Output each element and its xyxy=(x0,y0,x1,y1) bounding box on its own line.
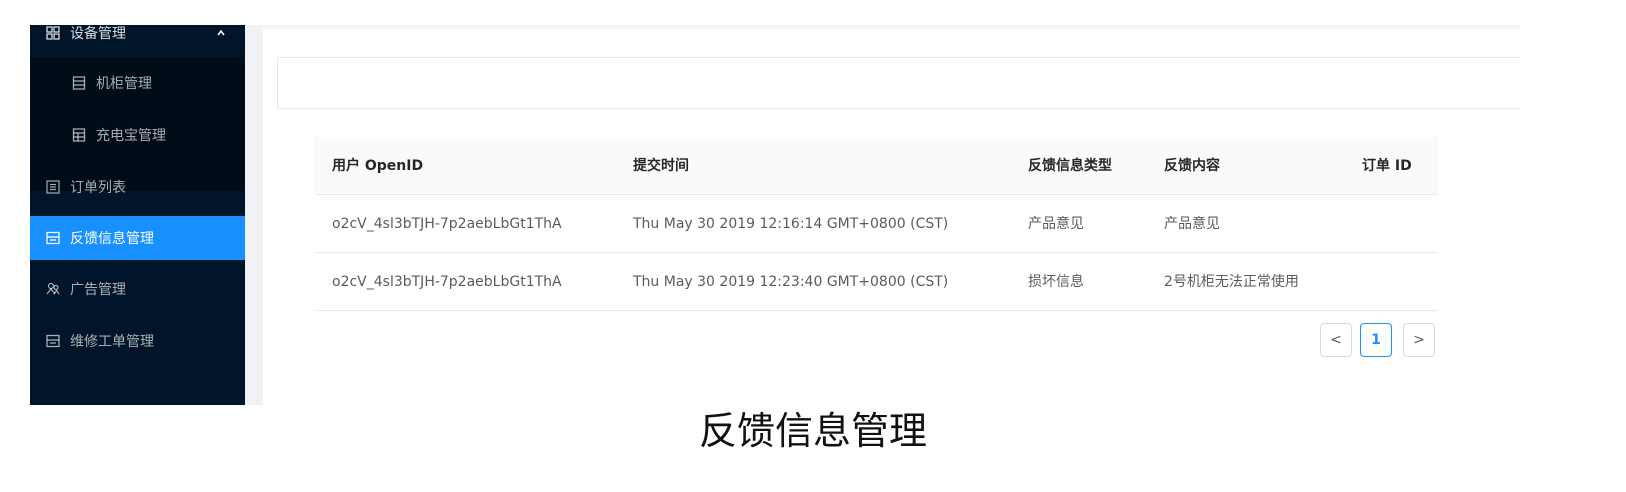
column-header-type[interactable]: 反馈信息类型 xyxy=(1028,137,1112,195)
sidebar-item-label: 维修工单管理 xyxy=(70,334,154,350)
app-screenshot: 设备管理 机柜管理 充电宝管理 订单列表 反馈信息管理 广告管理 维修工单管理 … xyxy=(30,25,1520,405)
chevron-up-icon xyxy=(217,29,225,36)
table-row[interactable]: o2cV_4sl3bTJH-7p2aebLbGt1ThA Thu May 30 … xyxy=(315,253,1438,311)
cell-time: Thu May 30 2019 12:23:40 GMT+0800 (CST) xyxy=(633,274,949,290)
appstore-icon xyxy=(46,26,60,40)
sidebar-item-label: 充电宝管理 xyxy=(96,128,166,144)
page-1-button[interactable]: 1 xyxy=(1360,323,1392,357)
prev-page-button[interactable]: < xyxy=(1320,323,1352,357)
column-header-time[interactable]: 提交时间 xyxy=(633,137,689,195)
cell-time: Thu May 30 2019 12:16:14 GMT+0800 (CST) xyxy=(633,216,949,232)
figure-caption: 反馈信息管理 xyxy=(698,409,927,453)
sidebar-item-repair[interactable]: 维修工单管理 xyxy=(30,319,245,363)
column-header-openid[interactable]: 用户 OpenID xyxy=(332,137,423,195)
sidebar: 设备管理 机柜管理 充电宝管理 订单列表 反馈信息管理 广告管理 维修工单管理 xyxy=(30,25,245,405)
sidebar-item-orders[interactable]: 订单列表 xyxy=(30,165,245,209)
sidebar-item-ads[interactable]: 广告管理 xyxy=(30,267,245,311)
menu-group-device[interactable]: 设备管理 xyxy=(30,25,245,49)
cell-type: 损坏信息 xyxy=(1028,274,1084,290)
table-header: 用户 OpenID 提交时间 反馈信息类型 反馈内容 订单 ID xyxy=(315,137,1438,195)
next-page-button[interactable]: > xyxy=(1403,323,1435,357)
list-icon xyxy=(72,76,86,90)
panel-header xyxy=(277,57,1520,109)
cell-content: 2号机柜无法正常使用 xyxy=(1164,274,1299,290)
team-icon xyxy=(46,282,60,296)
form-icon xyxy=(46,334,60,348)
sidebar-item-cabinet[interactable]: 机柜管理 xyxy=(30,61,245,105)
sidebar-item-feedback[interactable]: 反馈信息管理 xyxy=(30,216,245,260)
sidebar-item-label: 机柜管理 xyxy=(96,76,152,92)
table-icon xyxy=(72,128,86,142)
table-row[interactable]: o2cV_4sl3bTJH-7p2aebLbGt1ThA Thu May 30 … xyxy=(315,195,1438,253)
profile-icon xyxy=(46,180,60,194)
cell-type: 产品意见 xyxy=(1028,216,1084,232)
sidebar-item-label: 反馈信息管理 xyxy=(70,231,154,247)
cell-content: 产品意见 xyxy=(1164,216,1220,232)
sidebar-item-label: 订单列表 xyxy=(70,180,126,196)
form-icon xyxy=(46,231,60,245)
column-header-order-id[interactable]: 订单 ID xyxy=(1362,137,1412,195)
cell-openid: o2cV_4sl3bTJH-7p2aebLbGt1ThA xyxy=(332,216,562,232)
sidebar-item-label: 广告管理 xyxy=(70,282,126,298)
menu-group-label: 设备管理 xyxy=(70,26,126,42)
cell-openid: o2cV_4sl3bTJH-7p2aebLbGt1ThA xyxy=(332,274,562,290)
sidebar-item-powerbank[interactable]: 充电宝管理 xyxy=(30,113,245,157)
column-header-content[interactable]: 反馈内容 xyxy=(1164,137,1220,195)
content-panel: 用户 OpenID 提交时间 反馈信息类型 反馈内容 订单 ID o2cV_4s… xyxy=(263,29,1520,405)
